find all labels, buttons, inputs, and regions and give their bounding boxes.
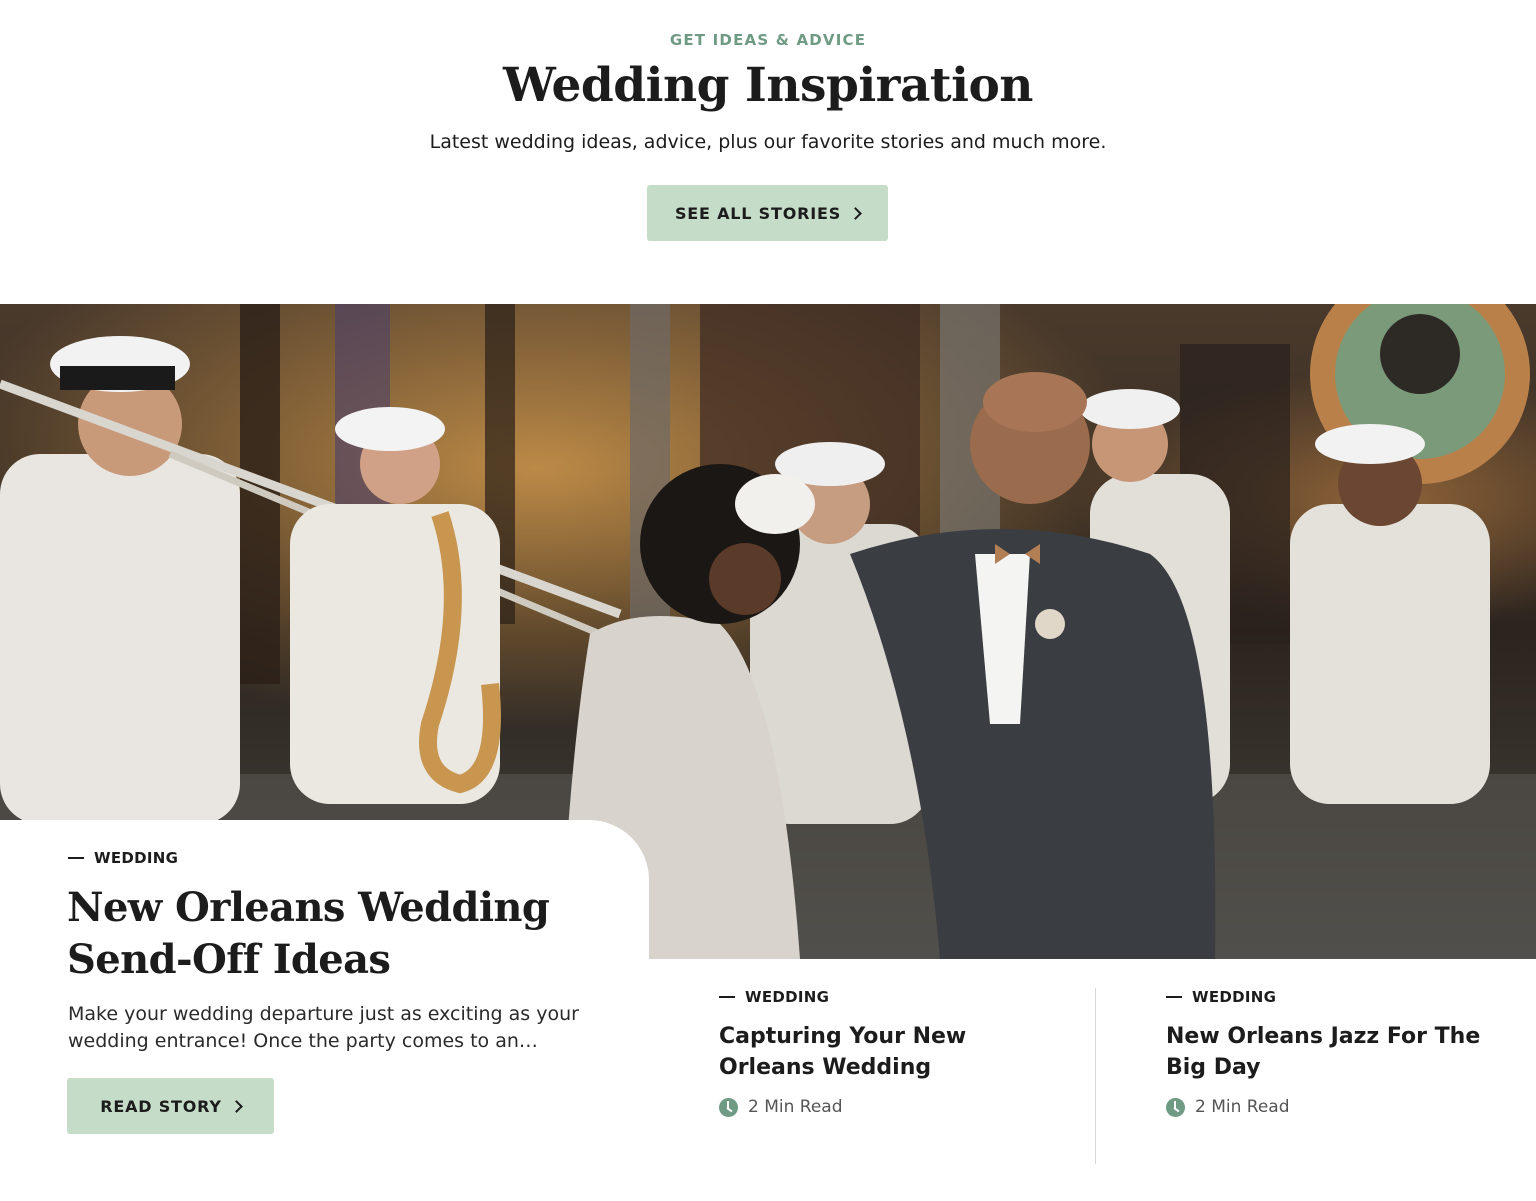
story-category: WEDDING xyxy=(1166,988,1496,1006)
story-card[interactable]: WEDDING New Orleans Jazz For The Big Day… xyxy=(1166,988,1496,1117)
read-time: 2 Min Read xyxy=(719,1097,1049,1117)
read-time-label: 2 Min Read xyxy=(1195,1097,1290,1117)
chevron-right-icon xyxy=(849,206,862,220)
story-category-label: WEDDING xyxy=(745,988,830,1006)
clock-icon xyxy=(719,1097,738,1117)
story-title[interactable]: New Orleans Jazz For The Big Day xyxy=(1166,1021,1496,1083)
featured-category: WEDDING xyxy=(68,849,178,867)
featured-category-label: WEDDING xyxy=(94,849,179,867)
read-story-label: READ STORY xyxy=(100,1096,222,1116)
dash-icon xyxy=(68,857,84,859)
see-all-stories-button[interactable]: SEE ALL STORIES xyxy=(647,185,888,241)
featured-title[interactable]: New Orleans Wedding Send-Off Ideas xyxy=(67,882,627,986)
clock-icon xyxy=(1166,1097,1185,1117)
featured-story-card[interactable]: WEDDING New Orleans Wedding Send-Off Ide… xyxy=(0,820,649,1201)
dash-icon xyxy=(1166,996,1182,998)
section-subtitle: Latest wedding ideas, advice, plus our f… xyxy=(429,131,1107,153)
story-category: WEDDING xyxy=(719,988,1049,1006)
read-time: 2 Min Read xyxy=(1166,1097,1496,1117)
section-title: Wedding Inspiration xyxy=(503,58,1033,113)
read-story-button[interactable]: READ STORY xyxy=(67,1078,274,1134)
story-category-label: WEDDING xyxy=(1192,988,1277,1006)
read-time-label: 2 Min Read xyxy=(748,1097,843,1117)
story-title[interactable]: Capturing Your New Orleans Wedding xyxy=(719,1021,1049,1083)
chevron-right-icon xyxy=(229,1099,243,1113)
story-divider xyxy=(1095,988,1096,1164)
dash-icon xyxy=(719,996,735,998)
see-all-stories-label: SEE ALL STORIES xyxy=(674,203,842,223)
featured-description: Make your wedding departure just as exci… xyxy=(68,1003,579,1052)
eyebrow-label: GET IDEAS & ADVICE xyxy=(669,31,867,49)
story-card[interactable]: WEDDING Capturing Your New Orleans Weddi… xyxy=(719,988,1049,1117)
